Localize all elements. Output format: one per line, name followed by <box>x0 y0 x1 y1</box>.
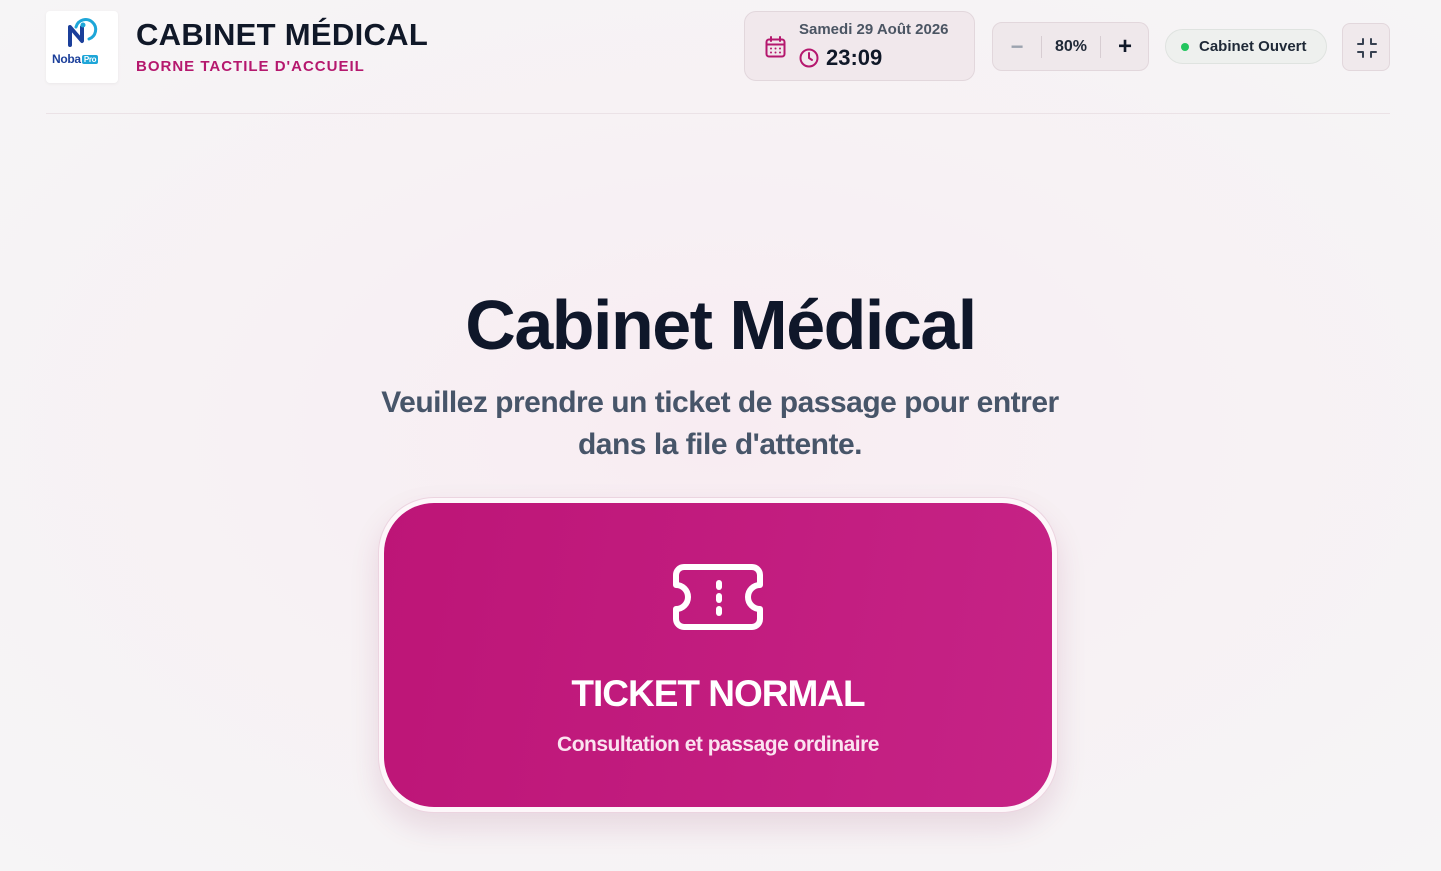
zoom-in-button[interactable]: + <box>1101 23 1149 70</box>
current-date: Samedi 29 Août 2026 <box>799 21 949 38</box>
exit-fullscreen-button[interactable] <box>1342 23 1390 71</box>
ticket-title: TICKET NORMAL <box>571 673 865 714</box>
date-time-panel: Samedi 29 Août 2026 23:09 <box>744 11 975 81</box>
current-time: 23:09 <box>826 45 883 70</box>
ticket-normal-button[interactable]: TICKET NORMAL Consultation et passage or… <box>384 503 1052 807</box>
zoom-control: − 80% + <box>992 22 1149 71</box>
header: Noba Pro CABINET MÉDICAL BORNE TACTILE D'… <box>46 0 1390 114</box>
minimize-icon <box>1357 38 1377 58</box>
noba-pro-logo: Noba Pro <box>46 11 118 83</box>
instruction-text: Veuillez prendre un ticket de passage po… <box>381 386 1059 461</box>
app-title: CABINET MÉDICAL <box>136 17 429 52</box>
zoom-out-button[interactable]: − <box>993 23 1041 70</box>
ticket-description: Consultation et passage ordinaire <box>557 733 879 756</box>
status-dot-icon <box>1181 43 1189 51</box>
status-badge: Cabinet Ouvert <box>1165 29 1327 64</box>
clock-icon <box>799 48 819 73</box>
status-label: Cabinet Ouvert <box>1199 38 1307 55</box>
calendar-icon <box>765 36 786 63</box>
logo-wordmark: Noba Pro <box>52 52 99 66</box>
app-subtitle: BORNE TACTILE D'ACCUEIL <box>136 58 365 75</box>
page-title: Cabinet Médical <box>465 286 977 364</box>
ticket-icon <box>672 563 764 636</box>
zoom-level: 80% <box>1054 37 1088 55</box>
